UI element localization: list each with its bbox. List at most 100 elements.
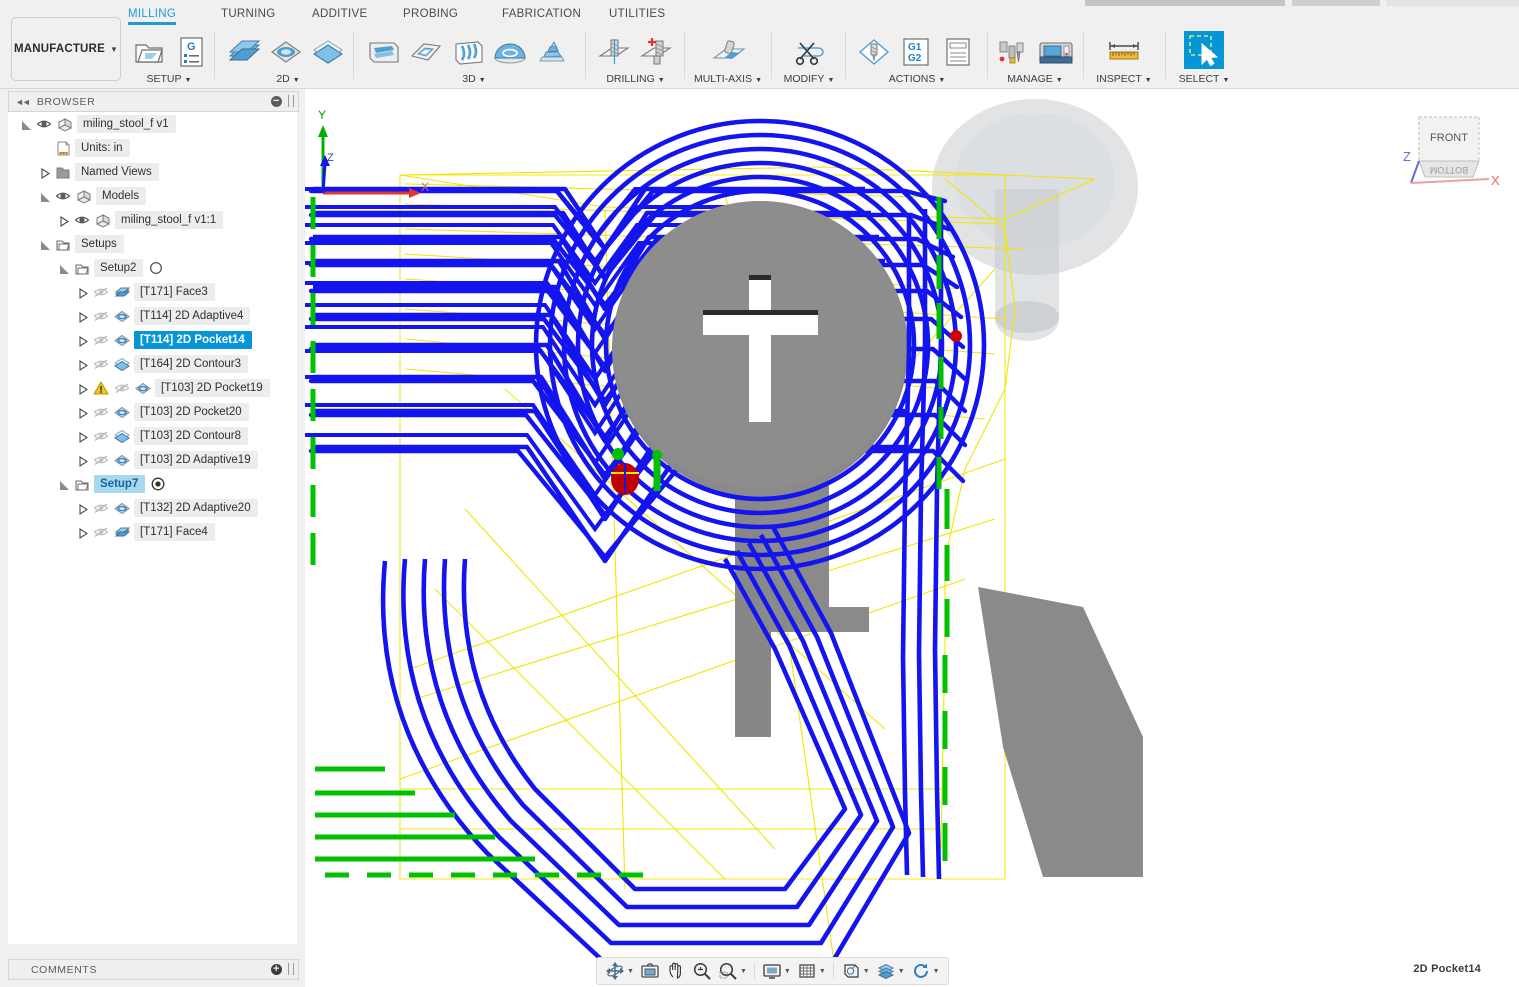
ribbon-group-select-label[interactable]: SELECT▼: [1172, 73, 1236, 85]
tree-item[interactable]: [T103] 2D Pocket20: [8, 400, 297, 424]
tree-item[interactable]: [T171] Face3: [8, 280, 297, 304]
measure-icon[interactable]: [1102, 32, 1146, 72]
tab-probing[interactable]: PROBING: [403, 8, 458, 20]
2d-pocket-icon[interactable]: [306, 32, 350, 72]
2d-adaptive-icon[interactable]: [264, 32, 308, 72]
3d-pocket-clearing-icon[interactable]: [404, 32, 448, 72]
tool-library-icon[interactable]: [992, 32, 1036, 72]
visual-style-button[interactable]: ▼: [873, 959, 908, 983]
view-cube[interactable]: FRONT BOTTOM Z X: [1395, 105, 1503, 197]
orbit-button[interactable]: ▼: [602, 959, 637, 983]
visibility-on-icon[interactable]: [72, 212, 92, 228]
ribbon-group-3d-label[interactable]: 3D▼: [432, 73, 516, 85]
expand-arrow-closed-icon[interactable]: [58, 215, 69, 226]
expand-arrow-closed-icon[interactable]: [77, 383, 88, 394]
expand-arrow-closed-icon[interactable]: [77, 407, 88, 418]
setup-sheet-icon[interactable]: [936, 32, 980, 72]
tab-turning[interactable]: TURNING: [221, 8, 276, 20]
simulate-icon[interactable]: [852, 32, 896, 72]
tree-item[interactable]: Setup7: [8, 472, 297, 496]
visibility-off-icon[interactable]: [91, 332, 111, 348]
comments-add-icon[interactable]: +: [271, 964, 282, 975]
tree-item[interactable]: [T114] 2D Pocket14: [8, 328, 297, 352]
tree-item[interactable]: Units: in: [8, 136, 297, 160]
tree-item[interactable]: [T171] Face4: [8, 520, 297, 544]
tree-item[interactable]: [T132] 2D Adaptive20: [8, 496, 297, 520]
3d-spiral-icon[interactable]: [530, 32, 574, 72]
look-at-button[interactable]: [637, 959, 663, 983]
drill-multiple-icon[interactable]: [634, 32, 678, 72]
ribbon-group-inspect-label[interactable]: INSPECT▼: [1088, 73, 1160, 85]
expand-arrow-closed-icon[interactable]: [77, 335, 88, 346]
expand-arrow-open-icon[interactable]: [58, 479, 69, 490]
visibility-off-icon[interactable]: [91, 356, 111, 372]
new-setup-icon[interactable]: [127, 32, 171, 72]
face-toolpath-icon[interactable]: [222, 32, 266, 72]
browser-minimize-icon[interactable]: −: [271, 96, 282, 107]
visibility-off-icon[interactable]: [112, 380, 132, 396]
view-navigation-bar[interactable]: ▼ ▼: [596, 957, 949, 985]
tree-item[interactable]: [T114] 2D Adaptive4: [8, 304, 297, 328]
ribbon-group-setup-label[interactable]: SETUP▼: [135, 73, 203, 85]
post-process-icon[interactable]: G: [169, 32, 213, 72]
workspace-switcher-button[interactable]: MANUFACTURE ▼: [11, 17, 121, 81]
tree-item[interactable]: [T103] 2D Adaptive19: [8, 448, 297, 472]
active-setup-radio-icon[interactable]: [151, 477, 165, 491]
tab-additive[interactable]: ADDITIVE: [312, 8, 367, 20]
visibility-off-icon[interactable]: [91, 500, 111, 516]
3d-scallop-icon[interactable]: [488, 32, 532, 72]
expand-arrow-closed-icon[interactable]: [77, 455, 88, 466]
visibility-off-icon[interactable]: [91, 284, 111, 300]
grid-snap-button[interactable]: ▼: [794, 959, 829, 983]
machine-library-icon[interactable]: [1034, 32, 1078, 72]
visibility-off-icon[interactable]: [91, 452, 111, 468]
tab-milling[interactable]: MILLING: [128, 8, 176, 20]
trim-scissors-icon[interactable]: [788, 32, 832, 72]
multi-axis-icon[interactable]: [706, 32, 750, 72]
ribbon-group-multiaxis-label[interactable]: MULTI-AXIS▼: [690, 73, 766, 85]
expand-arrow-closed-icon[interactable]: [77, 311, 88, 322]
expand-arrow-closed-icon[interactable]: [77, 431, 88, 442]
tree-item[interactable]: miling_stool_f v1:1: [8, 208, 297, 232]
tree-item[interactable]: Named Views: [8, 160, 297, 184]
tab-fabrication[interactable]: FABRICATION: [502, 8, 581, 20]
setup-state-circle-icon[interactable]: [149, 261, 163, 275]
ribbon-group-drilling-label[interactable]: DRILLING▼: [592, 73, 679, 85]
expand-arrow-closed-icon[interactable]: [77, 359, 88, 370]
comments-panel-header[interactable]: COMMENTS +: [8, 959, 299, 980]
viewports-button[interactable]: ▼: [838, 959, 873, 983]
3d-adaptive-clearing-icon[interactable]: [362, 32, 406, 72]
select-tool-icon[interactable]: [1184, 31, 1224, 69]
zoom-button[interactable]: [689, 959, 715, 983]
tree-item[interactable]: [T164] 2D Contour3: [8, 352, 297, 376]
3d-viewport[interactable]: Y X Z: [305, 89, 1519, 987]
expand-arrow-open-icon[interactable]: [39, 191, 50, 202]
tree-item[interactable]: Setup2: [8, 256, 297, 280]
expand-arrow-closed-icon[interactable]: [77, 527, 88, 538]
collapse-panel-icon[interactable]: ◄◄: [15, 97, 29, 107]
3d-parallel-icon[interactable]: [446, 32, 490, 72]
expand-arrow-open-icon[interactable]: [20, 119, 31, 130]
visibility-on-icon[interactable]: [53, 188, 73, 204]
tree-item[interactable]: [T103] 2D Contour8: [8, 424, 297, 448]
visibility-off-icon[interactable]: [91, 428, 111, 444]
ribbon-group-manage-label[interactable]: MANAGE▼: [992, 73, 1078, 85]
ribbon-group-modify-label[interactable]: MODIFY▼: [778, 73, 840, 85]
ribbon-group-2d-label[interactable]: 2D▼: [250, 73, 326, 85]
expand-arrow-open-icon[interactable]: [39, 239, 50, 250]
expand-arrow-open-icon[interactable]: [58, 263, 69, 274]
visibility-off-icon[interactable]: [91, 404, 111, 420]
tab-utilities[interactable]: UTILITIES: [609, 8, 665, 20]
visibility-on-icon[interactable]: [34, 116, 54, 132]
panel-resize-grip[interactable]: [288, 963, 294, 975]
pan-button[interactable]: [663, 959, 689, 983]
post-process-g1g2-icon[interactable]: G1 G2: [894, 32, 938, 72]
tree-item[interactable]: Setups: [8, 232, 297, 256]
display-settings-button[interactable]: ▼: [759, 959, 794, 983]
expand-arrow-closed-icon[interactable]: [39, 167, 50, 178]
drill-icon[interactable]: [592, 32, 636, 72]
tree-item[interactable]: miling_stool_f v1: [8, 112, 297, 136]
browser-panel-header[interactable]: ◄◄ BROWSER −: [8, 91, 299, 112]
fit-button[interactable]: ▼: [715, 959, 750, 983]
browser-tree[interactable]: miling_stool_f v1Units: inNamed ViewsMod…: [8, 112, 297, 944]
